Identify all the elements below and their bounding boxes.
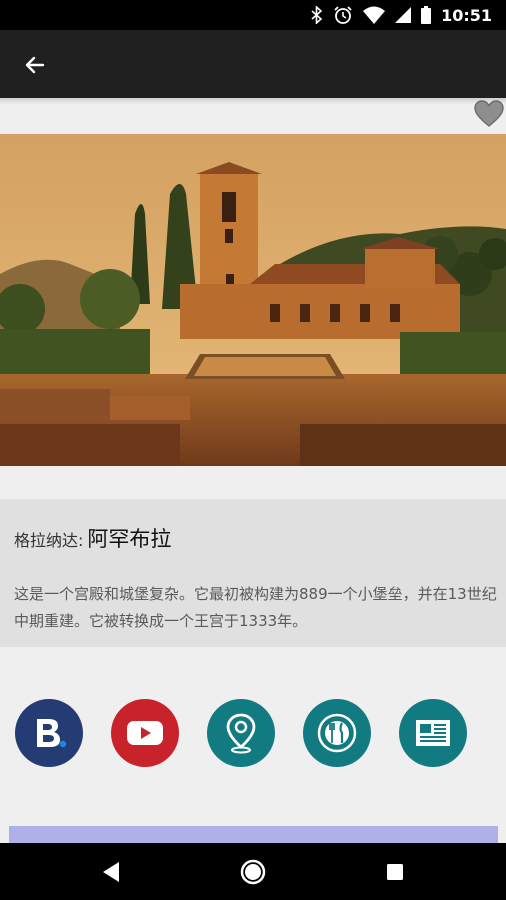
youtube-play-icon [127,721,163,745]
status-bar: 10:51 [0,0,506,30]
favorite-button[interactable] [474,100,504,128]
nav-recents-button[interactable] [380,857,410,887]
map-pin-icon [226,713,256,754]
nav-back-button[interactable] [96,857,126,887]
back-button[interactable] [18,48,52,82]
nav-home-button[interactable] [238,857,268,887]
arrow-left-icon [25,56,45,74]
signal-icon [395,7,412,23]
bluetooth-icon [311,6,323,24]
recents-square-icon [387,864,403,880]
alhambra-photo [0,134,506,466]
newspaper-icon [416,720,450,746]
battery-icon [421,6,432,24]
wifi-icon [363,6,386,24]
map-button[interactable] [207,699,275,767]
news-button[interactable] [399,699,467,767]
restaurant-button[interactable] [303,699,371,767]
clock: 10:51 [441,5,492,25]
place-info-card: 格拉纳达: 阿罕布拉 这是一个宫殿和城堡复杂。它最初被构建为889一个小堡垒，并… [0,499,506,647]
place-description: 这是一个宫殿和城堡复杂。它最初被构建为889一个小堡垒，并在13世纪中期重建。它… [14,585,497,630]
toolbar-shadow [0,98,506,104]
app-toolbar [0,30,506,98]
plate-cutlery-icon [317,713,357,753]
place-title: 格拉纳达: 阿罕布拉 [14,523,171,553]
bottom-banner[interactable] [9,826,498,844]
back-triangle-icon [103,862,119,882]
place-photo [0,134,506,466]
place-name: 阿罕布拉 [87,527,172,551]
heart-icon [474,100,504,127]
status-icons: 10:51 [311,0,506,30]
alarm-icon [333,5,353,25]
booking-icon [37,719,67,748]
action-buttons [15,699,495,767]
booking-button[interactable] [15,699,83,767]
navigation-bar [0,843,506,900]
city-prefix: 格拉纳达: [14,531,84,550]
youtube-button[interactable] [111,699,179,767]
home-circle-icon [240,859,266,885]
